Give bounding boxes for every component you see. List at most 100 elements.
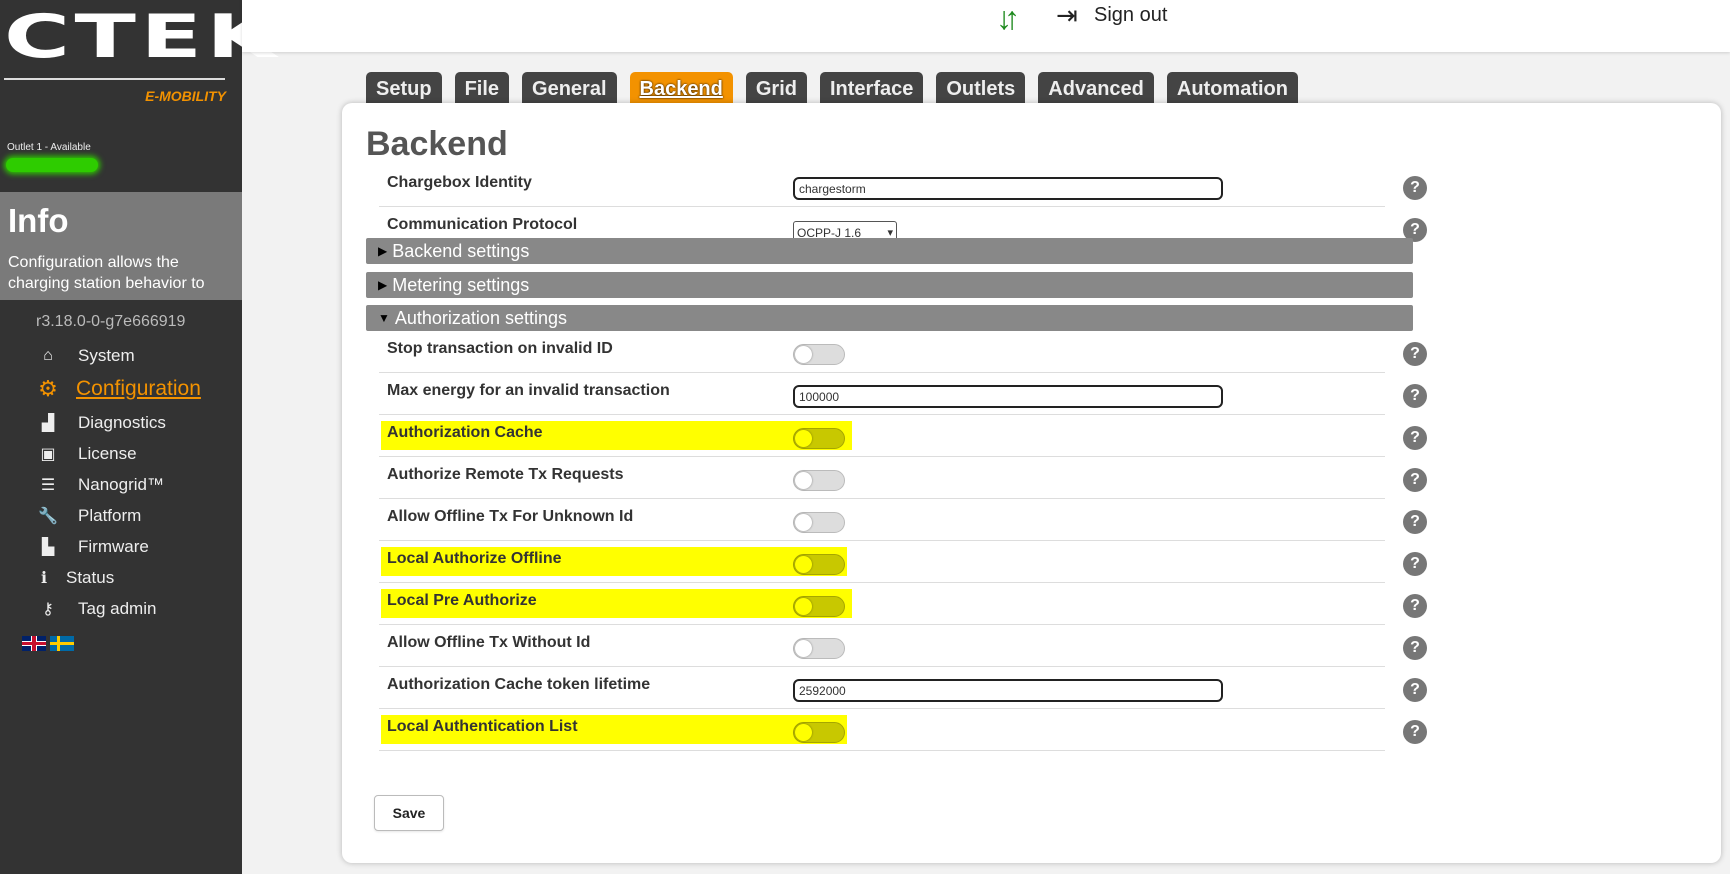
sidebar-item-label: System — [78, 345, 135, 365]
tab-grid[interactable]: Grid — [745, 72, 807, 104]
setting-label: Chargebox Identity — [387, 174, 532, 191]
sidebar-item-label: License — [78, 443, 137, 463]
setting-label: Authorization Cache — [387, 424, 543, 441]
sign-out-icon[interactable]: ⇥ — [1056, 0, 1078, 31]
sidebar-item-system[interactable]: ⌂ System — [0, 340, 242, 371]
tab-file[interactable]: File — [454, 72, 510, 104]
outlet-status-label: Outlet 1 - Available — [7, 142, 91, 153]
info-text: Configuration allows the charging statio… — [8, 254, 205, 292]
help-icon[interactable]: ? — [1403, 384, 1427, 408]
sign-out-link[interactable]: Sign out — [1094, 4, 1167, 27]
home-icon: ⌂ — [43, 346, 53, 364]
sidebar-item-status[interactable]: i Status — [0, 562, 242, 593]
sidebar-item-configuration[interactable]: ⚙ Configuration — [0, 371, 242, 407]
setting-label: Communication Protocol — [387, 216, 578, 233]
help-icon[interactable]: ? — [1403, 720, 1427, 744]
authorization-cache-toggle[interactable] — [793, 428, 845, 449]
help-icon[interactable]: ? — [1403, 510, 1427, 534]
section-label: Metering settings — [392, 275, 530, 295]
caret-down-icon: ▼ — [378, 311, 390, 325]
toggle-knob — [795, 514, 812, 531]
logo-text: CTEK — [4, 2, 281, 72]
sidebar-item-label: Tag admin — [78, 598, 157, 618]
toggle-knob — [795, 724, 812, 741]
toggle-knob — [795, 556, 812, 573]
sidebar: CTEK E-MOBILITY Outlet 1 - Available Inf… — [0, 0, 276, 874]
logo-divider — [4, 78, 225, 80]
save-button[interactable]: Save — [374, 795, 444, 831]
help-icon[interactable]: ? — [1403, 552, 1427, 576]
authorize-remote-tx-toggle[interactable] — [793, 470, 845, 491]
section-backend-settings[interactable]: ▶ Backend settings — [366, 238, 1413, 264]
logo-subtitle: E-MOBILITY — [145, 88, 226, 104]
allow-offline-without-id-toggle[interactable] — [793, 638, 845, 659]
sidebar-item-tag-admin[interactable]: ⚷ Tag admin — [0, 593, 242, 624]
ctek-logo[interactable]: CTEK E-MOBILITY — [4, 2, 276, 108]
outlet-status-led — [6, 158, 98, 172]
toggle-knob — [795, 430, 812, 447]
sidebar-item-diagnostics[interactable]: ▟ Diagnostics — [0, 407, 242, 438]
setting-label: Authorize Remote Tx Requests — [387, 466, 624, 483]
tab-automation[interactable]: Automation — [1166, 72, 1298, 104]
top-bar: ↓↑ ⇥ Sign out — [242, 0, 1730, 52]
local-authorize-offline-toggle[interactable] — [793, 554, 845, 575]
caret-right-icon: ▶ — [378, 278, 388, 292]
language-selector — [22, 636, 74, 651]
section-authorization-settings[interactable]: ▼ Authorization settings — [366, 305, 1413, 331]
setting-label: Local Authorize Offline — [387, 550, 562, 567]
toggle-knob — [795, 472, 812, 489]
sidebar-item-label: Nanogrid™ — [78, 474, 164, 494]
help-icon[interactable]: ? — [1403, 594, 1427, 618]
setting-row-authorize-remote-tx: Authorize Remote Tx Requests ? — [379, 457, 1725, 499]
help-icon[interactable]: ? — [1403, 468, 1427, 492]
backend-config-panel: Backend Chargebox Identity ? Communicati… — [342, 103, 1721, 863]
sidebar-item-label: Status — [66, 567, 115, 587]
uk-flag-icon[interactable] — [22, 636, 46, 651]
chargebox-identity-input[interactable] — [793, 177, 1223, 200]
sidebar-item-label: Diagnostics — [78, 412, 166, 432]
tab-backend[interactable]: Backend — [629, 72, 733, 104]
toggle-knob — [795, 598, 812, 615]
help-icon[interactable]: ? — [1403, 176, 1427, 200]
key-icon: ⚷ — [42, 600, 54, 618]
help-icon[interactable]: ? — [1403, 636, 1427, 660]
help-icon[interactable]: ? — [1403, 426, 1427, 450]
tab-interface[interactable]: Interface — [820, 72, 924, 104]
info-title: Info — [8, 202, 69, 239]
caret-right-icon: ▶ — [378, 244, 388, 258]
sidebar-item-license[interactable]: ▣ License — [0, 438, 242, 469]
sidebar-item-firmware[interactable]: ▙ Firmware — [0, 531, 242, 562]
help-icon[interactable]: ? — [1403, 678, 1427, 702]
setting-label: Allow Offline Tx Without Id — [387, 634, 591, 651]
section-metering-settings[interactable]: ▶ Metering settings — [366, 272, 1413, 298]
tab-general[interactable]: General — [522, 72, 617, 104]
section-label: Backend settings — [392, 241, 530, 261]
setting-label: Local Pre Authorize — [387, 592, 537, 609]
tab-advanced[interactable]: Advanced — [1038, 72, 1154, 104]
setting-row-max-energy-invalid-tx: Max energy for an invalid transaction ? — [379, 373, 1725, 415]
local-authentication-list-toggle[interactable] — [793, 722, 845, 743]
allow-offline-unknown-id-toggle[interactable] — [793, 512, 845, 533]
tab-outlets[interactable]: Outlets — [936, 72, 1026, 104]
sidebar-nav: ⌂ System ⚙ Configuration ▟ Diagnostics ▣… — [0, 340, 242, 624]
sidebar-item-nanogrid[interactable]: ☰ Nanogrid™ — [0, 469, 242, 500]
setting-label: Allow Offline Tx For Unknown Id — [387, 508, 634, 525]
setting-label: Stop transaction on invalid ID — [387, 340, 613, 357]
setting-row-stop-transaction-invalid-id: Stop transaction on invalid ID ? — [379, 331, 1725, 373]
sidebar-item-label: Platform — [78, 505, 142, 525]
sweden-flag-icon[interactable] — [50, 636, 74, 651]
sidebar-item-platform[interactable]: 🔧 Platform — [0, 500, 242, 531]
firmware-version: r3.18.0-0-g7e666919 — [36, 313, 186, 330]
help-icon[interactable]: ? — [1403, 342, 1427, 366]
toggle-knob — [795, 346, 812, 363]
setting-label: Max energy for an invalid transaction — [387, 382, 670, 399]
setting-row-chargebox-identity: Chargebox Identity ? — [379, 165, 1725, 207]
tab-setup[interactable]: Setup — [366, 72, 442, 104]
max-energy-input[interactable] — [793, 385, 1223, 408]
setting-row-cache-token-lifetime: Authorization Cache token lifetime ? — [379, 667, 1725, 709]
sidebar-item-label: Configuration — [76, 377, 201, 400]
stop-transaction-invalid-id-toggle[interactable] — [793, 344, 845, 365]
cache-token-lifetime-input[interactable] — [793, 679, 1223, 702]
local-pre-authorize-toggle[interactable] — [793, 596, 845, 617]
gear-icon: ⚙ — [38, 376, 58, 401]
